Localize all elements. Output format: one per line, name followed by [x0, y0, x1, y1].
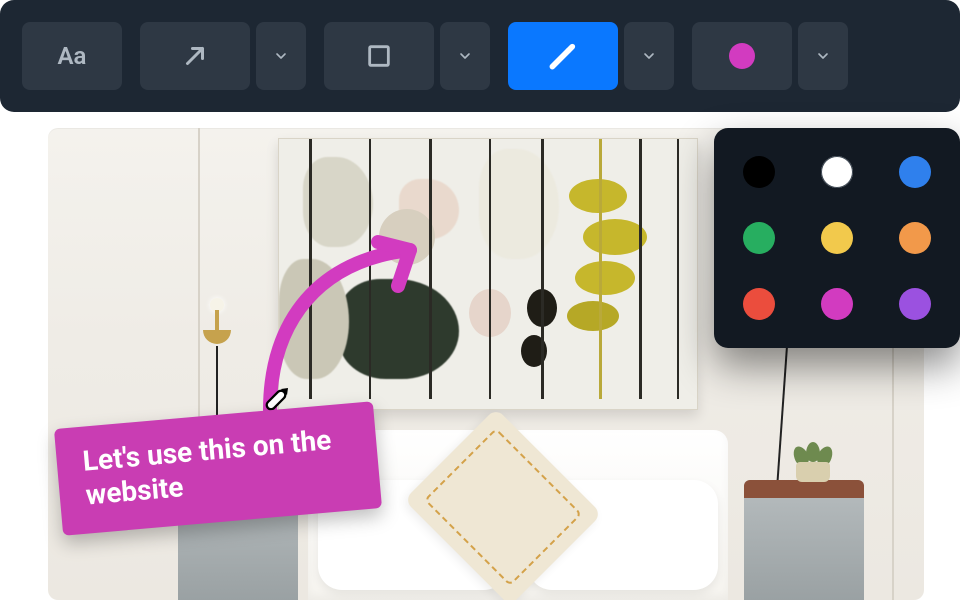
text-tool-button[interactable]: Aa: [22, 22, 122, 90]
decorative-nightstand: [744, 480, 864, 600]
shape-tool-group: [324, 22, 490, 90]
color-tool-dropdown[interactable]: [798, 22, 848, 90]
annotation-text: Let's use this on the website: [81, 423, 332, 511]
square-outline-icon: [365, 42, 393, 70]
color-swatch-purple[interactable]: [899, 288, 931, 320]
selected-color-dot-icon: [729, 43, 755, 69]
text-tool-group: Aa: [22, 22, 122, 90]
color-swatch-red[interactable]: [743, 288, 775, 320]
shape-tool-button[interactable]: [324, 22, 434, 90]
chevron-down-icon: [815, 48, 831, 64]
text-tool-label: Aa: [58, 42, 87, 70]
wall-art-image: [278, 138, 698, 410]
color-swatch-white[interactable]: [821, 156, 853, 188]
color-swatch-blue[interactable]: [899, 156, 931, 188]
color-tool-group: [692, 22, 848, 90]
arrow-up-right-icon: [180, 41, 210, 71]
color-swatch-yellow[interactable]: [821, 222, 853, 254]
marker-icon: [547, 40, 579, 72]
chevron-down-icon: [641, 48, 657, 64]
color-swatch-green[interactable]: [743, 222, 775, 254]
decorative-plant: [790, 434, 836, 482]
arrow-tool-button[interactable]: [140, 22, 250, 90]
color-swatch-orange[interactable]: [899, 222, 931, 254]
arrow-tool-group: [140, 22, 306, 90]
draw-tool-dropdown[interactable]: [624, 22, 674, 90]
annotation-toolbar: Aa: [0, 0, 960, 112]
draw-tool-group: [508, 22, 674, 90]
color-swatch-magenta[interactable]: [821, 288, 853, 320]
chevron-down-icon: [457, 48, 473, 64]
color-swatch-black[interactable]: [743, 156, 775, 188]
shape-tool-dropdown[interactable]: [440, 22, 490, 90]
color-picker-popover: [714, 128, 960, 348]
color-tool-button[interactable]: [692, 22, 792, 90]
arrow-tool-dropdown[interactable]: [256, 22, 306, 90]
chevron-down-icon: [273, 48, 289, 64]
draw-tool-button[interactable]: [508, 22, 618, 90]
